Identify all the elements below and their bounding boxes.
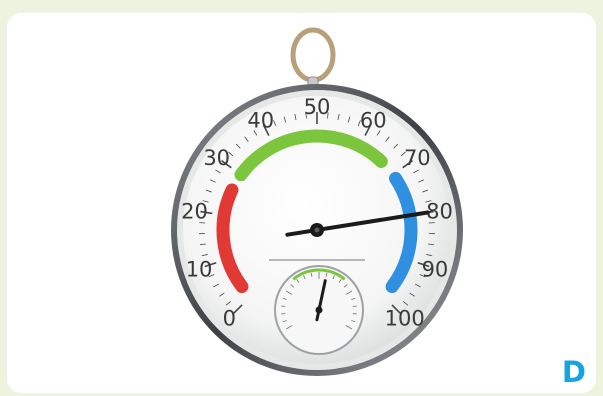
scale-label-10: 10	[186, 257, 213, 281]
panel-label: D	[561, 355, 586, 389]
scale-label-60: 60	[360, 109, 387, 133]
needle-hub-cap	[314, 227, 320, 233]
scale-label-80: 80	[426, 200, 453, 224]
image-card: 0 10 20 30 40 50 60 70 80 90 100 D	[7, 13, 596, 393]
scale-label-0: 0	[223, 307, 236, 331]
hanging-ring-icon	[290, 27, 336, 83]
scale-label-90: 90	[422, 257, 449, 281]
scale-label-100: 100	[385, 307, 425, 331]
scale-label-20: 20	[181, 200, 208, 224]
scale-label-40: 40	[247, 109, 274, 133]
scale-label-50: 50	[304, 95, 331, 119]
hygrometer-photo: 0 10 20 30 40 50 60 70 80 90 100	[114, 17, 496, 389]
subdial-hub	[315, 306, 323, 314]
hygrometer-gauge: 0 10 20 30 40 50 60 70 80 90 100	[171, 27, 463, 376]
scale-label-70: 70	[404, 146, 431, 170]
scale-label-30: 30	[203, 146, 230, 170]
